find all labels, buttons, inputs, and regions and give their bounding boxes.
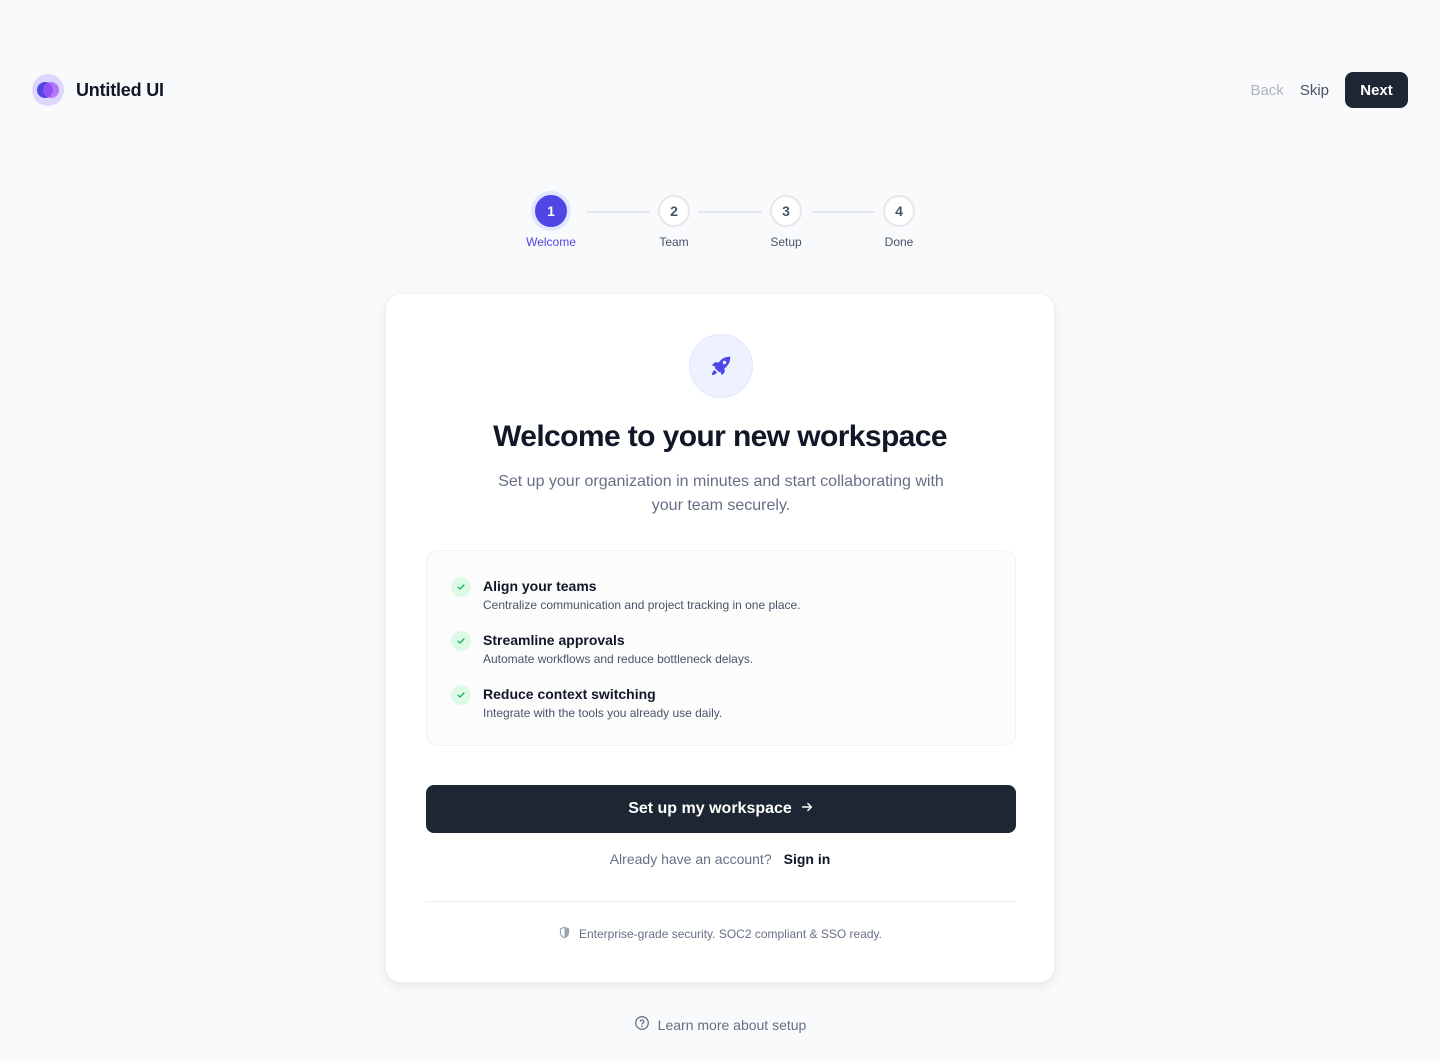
step-number: 4 bbox=[883, 195, 915, 227]
header: Untitled UI Back Skip Next bbox=[0, 0, 1440, 180]
step-setup[interactable]: 3 Setup bbox=[746, 195, 826, 249]
next-button[interactable]: Next bbox=[1345, 72, 1408, 108]
brand-name: Untitled UI bbox=[76, 79, 164, 100]
step-number: 1 bbox=[535, 195, 567, 227]
step-done[interactable]: 4 Done bbox=[859, 195, 939, 249]
nav-actions: Back Skip Next bbox=[1250, 72, 1408, 108]
learn-more-label: Learn more about setup bbox=[657, 1016, 807, 1033]
step-label: Team bbox=[659, 235, 689, 249]
learn-more-link[interactable]: Learn more about setup bbox=[0, 1015, 1440, 1034]
divider bbox=[426, 901, 1016, 902]
step-label: Setup bbox=[770, 235, 802, 249]
feature-title: Reduce context switching bbox=[483, 686, 656, 702]
signin-question: Already have an account? bbox=[609, 851, 772, 867]
logo-icon bbox=[32, 74, 64, 106]
check-icon bbox=[451, 577, 471, 597]
back-button[interactable]: Back bbox=[1250, 82, 1283, 99]
feature-description: Centralize communication and project tra… bbox=[483, 598, 801, 612]
feature-item: Reduce context switching Integrate with … bbox=[451, 685, 722, 720]
card-title: Welcome to your new workspace bbox=[493, 420, 947, 453]
feature-list: Align your teams Centralize communicatio… bbox=[426, 550, 1016, 746]
signin-row: Already have an account? Sign in bbox=[386, 851, 1054, 867]
feature-description: Integrate with the tools you already use… bbox=[483, 706, 723, 720]
shield-icon bbox=[558, 926, 571, 942]
step-label: Done bbox=[884, 235, 914, 249]
security-text: Enterprise-grade security. SOC2 complian… bbox=[578, 927, 882, 941]
brand[interactable]: Untitled UI bbox=[32, 74, 164, 106]
step-team[interactable]: 2 Team bbox=[634, 195, 714, 249]
feature-item: Align your teams Centralize communicatio… bbox=[451, 577, 801, 612]
step-number: 2 bbox=[658, 195, 690, 227]
feature-title: Streamline approvals bbox=[483, 632, 625, 648]
feature-item: Streamline approvals Automate workflows … bbox=[451, 631, 753, 666]
security-note: Enterprise-grade security. SOC2 complian… bbox=[386, 926, 1054, 942]
help-circle-icon bbox=[634, 1015, 650, 1034]
check-icon bbox=[451, 685, 471, 705]
setup-workspace-button[interactable]: Set up my workspace bbox=[426, 785, 1016, 833]
card-subtitle: Set up your organization in minutes and … bbox=[498, 473, 944, 514]
feature-title: Align your teams bbox=[483, 578, 597, 594]
rocket-icon bbox=[689, 334, 753, 398]
welcome-card: Welcome to your new workspace Set up you… bbox=[385, 293, 1055, 983]
check-icon bbox=[451, 631, 471, 651]
setup-workspace-label: Set up my workspace bbox=[628, 800, 792, 817]
signin-link[interactable]: Sign in bbox=[784, 851, 831, 867]
step-number: 3 bbox=[770, 195, 802, 227]
step-welcome[interactable]: 1 Welcome bbox=[511, 195, 591, 249]
feature-description: Automate workflows and reduce bottleneck… bbox=[483, 652, 754, 666]
arrow-right-icon bbox=[800, 800, 814, 819]
step-label: Welcome bbox=[526, 235, 576, 249]
skip-button[interactable]: Skip bbox=[1300, 82, 1329, 99]
stepper: 1 Welcome 2 Team 3 Setup 4 Done bbox=[0, 195, 1440, 255]
